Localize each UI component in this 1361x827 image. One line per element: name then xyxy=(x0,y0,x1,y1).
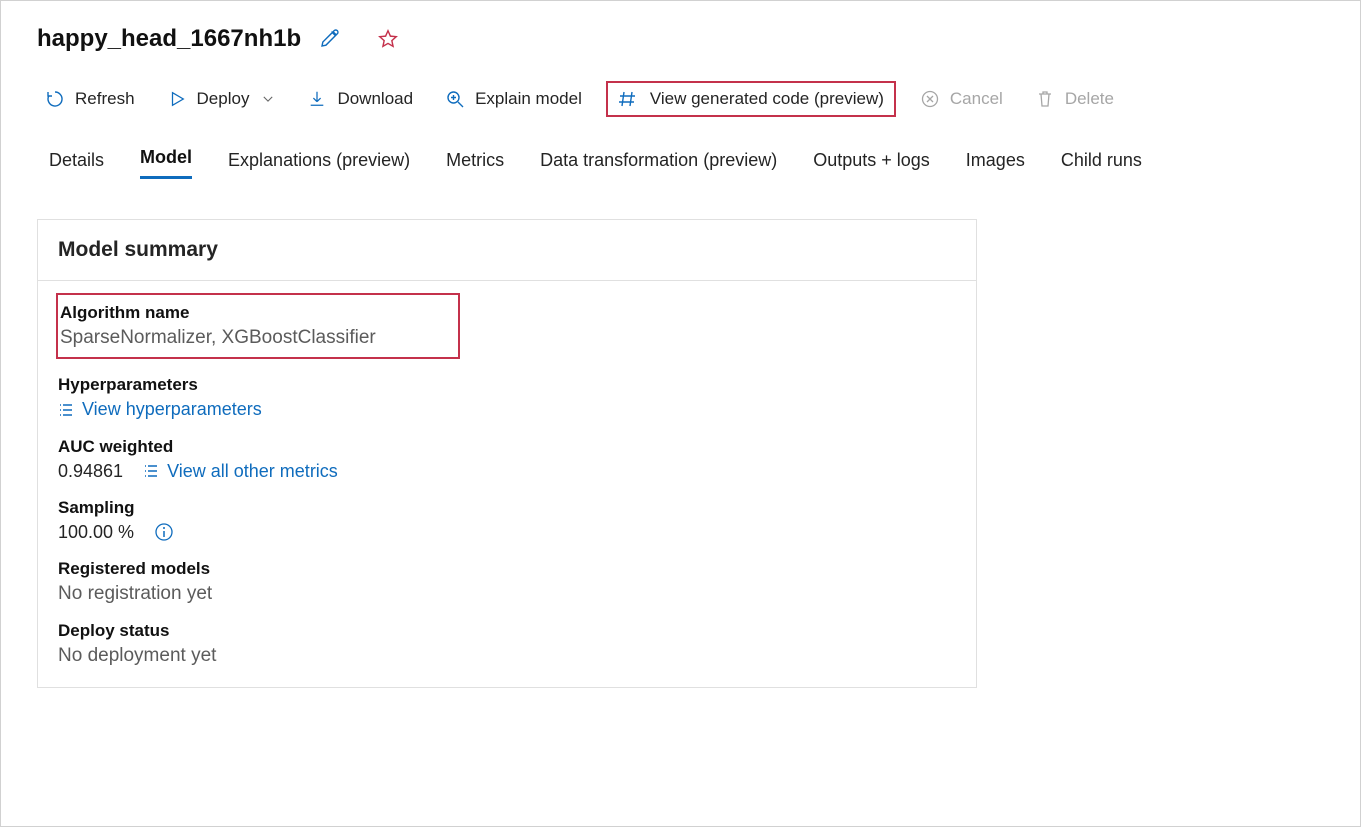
auc-weighted-value: 0.94861 xyxy=(58,461,123,482)
viewcode-label: View generated code (preview) xyxy=(650,89,884,109)
hyperparameters-label: Hyperparameters xyxy=(58,375,956,395)
chevron-down-icon xyxy=(261,92,275,106)
favorite-star-icon[interactable] xyxy=(377,28,399,50)
explain-model-button[interactable]: Explain model xyxy=(437,83,590,115)
sampling-value: 100.00 % xyxy=(58,522,134,543)
other-metrics-link-label: View all other metrics xyxy=(167,461,338,482)
view-other-metrics-link[interactable]: View all other metrics xyxy=(143,461,338,482)
refresh-button[interactable]: Refresh xyxy=(37,83,143,115)
download-button[interactable]: Download xyxy=(299,83,421,115)
algorithm-name-label: Algorithm name xyxy=(60,303,446,323)
sampling-label: Sampling xyxy=(58,498,956,518)
cancel-button: Cancel xyxy=(912,83,1011,115)
download-label: Download xyxy=(337,89,413,109)
magnify-plus-icon xyxy=(445,89,465,109)
tab-metrics[interactable]: Metrics xyxy=(446,150,504,179)
tab-details[interactable]: Details xyxy=(49,150,104,179)
tab-model[interactable]: Model xyxy=(140,147,192,179)
auc-weighted-label: AUC weighted xyxy=(58,437,956,457)
deploy-status-value: No deployment yet xyxy=(58,645,956,667)
download-icon xyxy=(307,89,327,109)
refresh-icon xyxy=(45,89,65,109)
view-generated-code-button[interactable]: View generated code (preview) xyxy=(606,81,896,117)
deploy-button[interactable]: Deploy xyxy=(159,83,284,115)
deploy-status-label: Deploy status xyxy=(58,621,956,641)
tab-explanations[interactable]: Explanations (preview) xyxy=(228,150,410,179)
list-icon xyxy=(58,402,74,418)
tab-bar: Details Model Explanations (preview) Met… xyxy=(37,147,1324,179)
deploy-status-field: Deploy status No deployment yet xyxy=(58,621,956,667)
registered-models-value: No registration yet xyxy=(58,583,956,605)
explain-label: Explain model xyxy=(475,89,582,109)
sampling-field: Sampling 100.00 % xyxy=(58,498,956,543)
delete-button: Delete xyxy=(1027,83,1122,115)
page-title: happy_head_1667nh1b xyxy=(37,25,301,53)
algorithm-name-value: SparseNormalizer, XGBoostClassifier xyxy=(60,327,446,349)
model-summary-card: Model summary Algorithm name SparseNorma… xyxy=(37,219,977,688)
tab-child-runs[interactable]: Child runs xyxy=(1061,150,1142,179)
deploy-label: Deploy xyxy=(197,89,250,109)
auc-weighted-field: AUC weighted 0.94861 View all other metr… xyxy=(58,437,956,482)
hash-icon xyxy=(618,89,638,109)
trash-icon xyxy=(1035,89,1055,109)
play-icon xyxy=(167,89,187,109)
edit-icon[interactable] xyxy=(319,28,341,50)
model-summary-title: Model summary xyxy=(38,220,976,281)
command-bar: Refresh Deploy Download Explain model xyxy=(37,81,1324,117)
info-icon[interactable] xyxy=(154,522,174,542)
hyperparameters-field: Hyperparameters View hyperparameters xyxy=(58,375,956,421)
list-icon xyxy=(143,463,159,479)
cancel-icon xyxy=(920,89,940,109)
hyperparameters-link-label: View hyperparameters xyxy=(82,399,262,420)
tab-images[interactable]: Images xyxy=(966,150,1025,179)
refresh-label: Refresh xyxy=(75,89,135,109)
registered-models-label: Registered models xyxy=(58,559,956,579)
page-header: happy_head_1667nh1b xyxy=(37,25,1324,53)
delete-label: Delete xyxy=(1065,89,1114,109)
cancel-label: Cancel xyxy=(950,89,1003,109)
registered-models-field: Registered models No registration yet xyxy=(58,559,956,605)
algorithm-name-field: Algorithm name SparseNormalizer, XGBoost… xyxy=(56,293,460,359)
tab-data-transformation[interactable]: Data transformation (preview) xyxy=(540,150,777,179)
tab-outputs-logs[interactable]: Outputs + logs xyxy=(813,150,930,179)
view-hyperparameters-link[interactable]: View hyperparameters xyxy=(58,399,262,420)
